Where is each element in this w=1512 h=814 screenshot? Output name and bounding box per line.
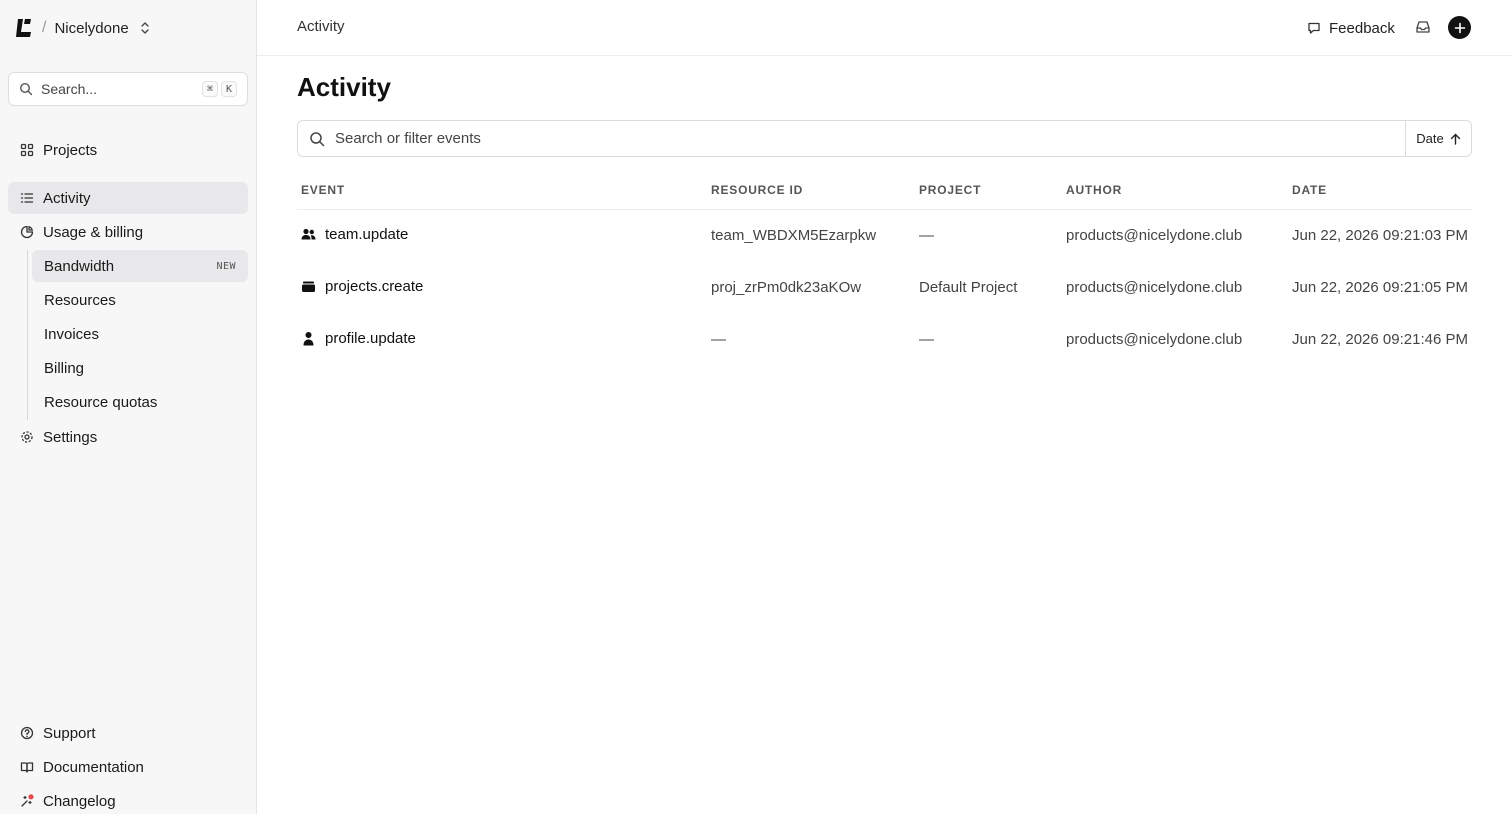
table-row[interactable]: projects.create proj_zrPm0dk23aKOw Defau…	[297, 262, 1472, 314]
column-header-project[interactable]: PROJECT	[919, 183, 981, 197]
resource-id-cell: proj_zrPm0dk23aKOw	[711, 279, 862, 296]
event-cell: team.update	[301, 226, 408, 243]
arrow-up-icon	[1450, 133, 1460, 145]
feedback-label: Feedback	[1329, 19, 1395, 37]
sidebar-item-label: Changelog	[43, 792, 116, 810]
event-name: projects.create	[325, 278, 424, 295]
table-row[interactable]: team.update team_WBDXM5Ezarpkw — product…	[297, 210, 1472, 262]
event-name: profile.update	[325, 330, 416, 347]
sidebar-item-label: Invoices	[44, 325, 100, 343]
project-cell: —	[919, 331, 934, 348]
sidebar-item-activity[interactable]: Activity	[8, 182, 248, 214]
project-cell: —	[919, 227, 934, 244]
sparkle-icon	[21, 794, 34, 807]
app-logo-icon	[16, 19, 31, 37]
sidebar-item-label: Resource quotas	[44, 393, 158, 411]
page-title: Activity	[297, 72, 391, 102]
event-name: team.update	[325, 226, 409, 243]
column-header-event[interactable]: EVENT	[301, 183, 345, 197]
sidebar-item-settings[interactable]: Settings	[8, 421, 248, 453]
sidebar-item-support[interactable]: Support	[8, 717, 248, 749]
user-icon	[303, 332, 314, 346]
date-cell: Jun 22, 2026 09:21:46 PM	[1292, 331, 1468, 348]
sidebar-item-billing[interactable]: Billing	[32, 352, 248, 384]
shortcut-modifier-key: ⌘	[202, 81, 218, 97]
sidebar-item-projects[interactable]: Projects	[8, 134, 248, 166]
sidebar-item-invoices[interactable]: Invoices	[32, 318, 248, 350]
sidebar-item-label: Billing	[44, 359, 85, 377]
sidebar-item-changelog[interactable]: Changelog	[8, 785, 248, 814]
table-row[interactable]: profile.update — — products@nicelydone.c…	[297, 314, 1472, 366]
sort-label: Date	[1416, 131, 1444, 146]
grid-icon	[20, 143, 34, 157]
column-header-resource-id[interactable]: RESOURCE ID	[711, 183, 803, 197]
author-cell: products@nicelydone.club	[1066, 227, 1243, 244]
help-circle-icon	[20, 726, 34, 740]
message-icon	[1308, 22, 1320, 34]
search-icon	[310, 131, 325, 146]
sidebar-item-label: Support	[43, 724, 96, 742]
shortcut-key: K	[221, 81, 237, 97]
sidebar-search-placeholder: Search...	[41, 81, 98, 97]
sidebar-item-resources[interactable]: Resources	[32, 284, 248, 316]
sidebar-item-label: Activity	[43, 189, 91, 207]
column-header-author[interactable]: AUTHOR	[1066, 183, 1122, 197]
sidebar: / Nicelydone Search... ⌘ K Projects Acti…	[0, 0, 257, 814]
sidebar-item-label: Usage & billing	[43, 223, 144, 241]
team-name: Nicelydone	[54, 19, 129, 37]
sidebar-item-label: Projects	[43, 141, 98, 159]
book-icon	[20, 762, 34, 773]
folder-icon	[302, 281, 315, 292]
new-badge: NEW	[216, 260, 236, 272]
breadcrumb: Activity	[297, 18, 345, 35]
top-bar: Activity Feedback	[257, 0, 1512, 56]
date-cell: Jun 22, 2026 09:21:05 PM	[1292, 279, 1468, 296]
event-cell: profile.update	[301, 330, 416, 347]
breadcrumb-separator: /	[42, 19, 47, 36]
event-search-input[interactable]: Search or filter events	[335, 130, 1405, 147]
resource-id-cell: —	[711, 331, 726, 348]
date-cell: Jun 22, 2026 09:21:03 PM	[1292, 227, 1468, 244]
feedback-button[interactable]: Feedback	[1307, 17, 1395, 39]
author-cell: products@nicelydone.club	[1066, 331, 1243, 348]
inbox-icon[interactable]	[1415, 19, 1431, 35]
plus-icon	[1454, 22, 1465, 33]
sort-date-button[interactable]: Date	[1405, 121, 1471, 156]
sidebar-item-resource-quotas[interactable]: Resource quotas	[32, 386, 248, 418]
event-cell: projects.create	[301, 278, 423, 295]
list-icon	[20, 193, 34, 203]
sidebar-item-label: Resources	[44, 291, 116, 309]
sidebar-item-bandwidth[interactable]: Bandwidth NEW	[32, 250, 248, 282]
sidebar-item-usage-billing[interactable]: Usage & billing	[8, 216, 248, 248]
sidebar-search[interactable]: Search... ⌘ K	[8, 72, 248, 106]
create-button[interactable]	[1448, 16, 1471, 39]
sidebar-item-documentation[interactable]: Documentation	[8, 751, 248, 783]
sidebar-item-label: Settings	[43, 428, 98, 446]
users-icon	[301, 228, 316, 240]
project-cell: Default Project	[919, 279, 1018, 296]
sidebar-item-label: Documentation	[43, 758, 144, 776]
search-icon	[19, 82, 33, 96]
resource-id-cell: team_WBDXM5Ezarpkw	[711, 227, 877, 244]
author-cell: products@nicelydone.club	[1066, 279, 1243, 296]
sidebar-item-label: Bandwidth	[44, 257, 115, 275]
column-header-date[interactable]: DATE	[1292, 183, 1327, 197]
team-switcher[interactable]: / Nicelydone	[16, 14, 151, 42]
event-filter-bar: Search or filter events Date	[297, 120, 1472, 157]
chevron-up-down-icon	[140, 22, 149, 34]
gear-icon	[21, 431, 33, 443]
submenu-guide-line	[27, 250, 28, 420]
pie-chart-icon	[20, 225, 34, 239]
